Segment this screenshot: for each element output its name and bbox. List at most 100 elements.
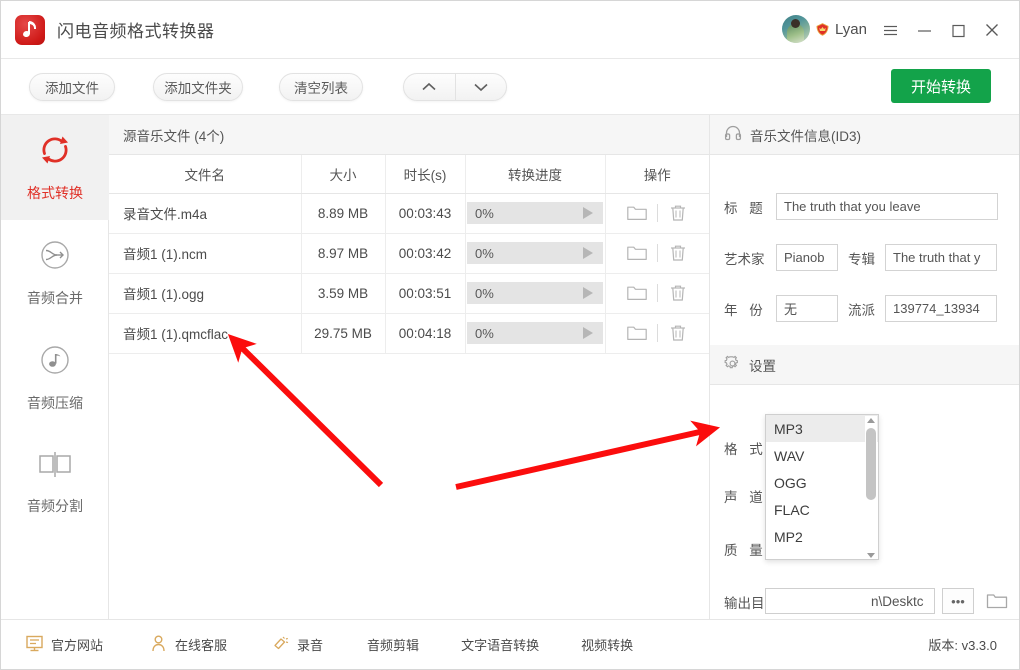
id3-title-row: 标 题 The truth that you leave — [724, 193, 998, 220]
play-triangle-icon[interactable] — [583, 287, 593, 299]
id3-artist-label: 艺术家 — [724, 251, 765, 267]
footer-official-website[interactable]: 官方网站 — [25, 634, 103, 656]
scrollbar-thumb[interactable] — [866, 428, 876, 500]
id3-artist-input[interactable]: Pianob — [776, 244, 838, 271]
format-option-mp2[interactable]: MP2 — [766, 523, 878, 550]
trash-icon[interactable] — [658, 203, 698, 223]
table-row[interactable]: 音频1 (1).ncm 8.97 MB 00:03:42 0% — [109, 233, 709, 274]
chevron-down-icon[interactable] — [456, 74, 507, 100]
trash-icon[interactable] — [658, 283, 698, 303]
format-option-mp3[interactable]: MP3 — [766, 415, 878, 442]
close-icon[interactable] — [975, 13, 1009, 47]
id3-year-input[interactable]: 无 — [776, 295, 838, 322]
cell-size: 3.59 MB — [301, 273, 386, 314]
id3-year-label: 年 份 — [724, 302, 767, 318]
vip-crown-badge — [816, 22, 829, 36]
browse-more-button[interactable]: ••• — [942, 588, 974, 614]
footer-recording[interactable]: 录音 — [271, 634, 323, 656]
folder-icon[interactable] — [617, 204, 657, 222]
window-controls — [873, 1, 1009, 59]
title-bar: 闪电音频格式转换器 Lyan — [1, 1, 1019, 59]
table-header-row: 文件名 大小 时长(s) 转换进度 操作 — [109, 155, 709, 194]
sidebar-item-label: 音频压缩 — [27, 395, 83, 411]
sidebar-item-label: 音频合并 — [27, 290, 83, 306]
headphones-icon — [724, 125, 742, 144]
sidebar-item-audio-compress[interactable]: 音频压缩 — [1, 325, 109, 430]
version-label: 版本: v3.3.0 — [928, 638, 997, 653]
format-options-dropdown[interactable]: MP3WAVOGGFLACMP2M4A — [765, 414, 879, 560]
output-dir-input[interactable]: n\Desktc — [765, 588, 935, 614]
trash-icon[interactable] — [658, 243, 698, 263]
chevron-up-icon[interactable] — [404, 74, 456, 100]
scroll-down-arrow-icon[interactable] — [867, 553, 875, 558]
format-option-wav[interactable]: WAV — [766, 442, 878, 469]
cell-duration: 00:03:42 — [385, 233, 466, 274]
clear-list-button[interactable]: 清空列表 — [279, 73, 363, 101]
column-header-filename: 文件名 — [109, 155, 302, 194]
dropdown-scrollbar[interactable] — [865, 416, 877, 559]
cell-size: 29.75 MB — [301, 313, 386, 354]
footer-item-label: 视频转换 — [581, 638, 634, 653]
id3-album-label: 专辑 — [848, 251, 875, 267]
cell-actions — [605, 313, 709, 354]
format-option-m4a[interactable]: M4A — [766, 550, 878, 560]
progress-bar: 0% — [467, 202, 603, 224]
column-header-duration: 时长(s) — [385, 155, 466, 194]
table-row[interactable]: 音频1 (1).qmcflac 29.75 MB 00:04:18 0% — [109, 313, 709, 354]
minimize-icon[interactable] — [907, 13, 941, 47]
format-option-flac[interactable]: FLAC — [766, 496, 878, 523]
footer-item-label: 文字语音转换 — [461, 638, 540, 653]
footer-video-convert[interactable]: 视频转换 — [581, 635, 633, 654]
scroll-up-arrow-icon[interactable] — [867, 418, 875, 423]
cell-size: 8.97 MB — [301, 233, 386, 274]
play-triangle-icon[interactable] — [583, 247, 593, 259]
footer-item-label: 录音 — [297, 638, 324, 653]
table-row[interactable]: 音频1 (1).ogg 3.59 MB 00:03:51 0% — [109, 273, 709, 314]
sidebar-item-format-convert[interactable]: 格式转换 — [1, 115, 109, 220]
maximize-icon[interactable] — [941, 13, 975, 47]
split-squares-icon — [36, 449, 74, 486]
main-toolbar: 添加文件 添加文件夹 清空列表 开始转换 — [1, 59, 1019, 115]
folder-icon[interactable] — [617, 324, 657, 342]
column-header-size: 大小 — [301, 155, 386, 194]
cell-size: 8.89 MB — [301, 193, 386, 234]
footer-text-to-speech[interactable]: 文字语音转换 — [461, 635, 539, 654]
id3-genre-label: 流派 — [848, 302, 875, 318]
footer-item-label: 在线客服 — [175, 638, 228, 653]
cell-progress: 0% — [465, 233, 606, 274]
add-file-button[interactable]: 添加文件 — [29, 73, 115, 101]
right-panel: 音乐文件信息(ID3) 标 题 The truth that you leave… — [709, 115, 1019, 619]
start-convert-button[interactable]: 开始转换 — [891, 69, 991, 103]
user-area[interactable]: Lyan — [782, 15, 867, 43]
hamburger-menu-icon[interactable] — [873, 13, 907, 47]
table-row[interactable]: 录音文件.m4a 8.89 MB 00:03:43 0% — [109, 193, 709, 234]
id3-title-input[interactable]: The truth that you leave — [776, 193, 998, 220]
trash-icon[interactable] — [658, 323, 698, 343]
open-output-folder-button[interactable] — [982, 588, 1012, 614]
play-triangle-icon[interactable] — [583, 327, 593, 339]
settings-panel-title: 设置 — [749, 358, 776, 374]
music-note-logo — [15, 14, 45, 45]
id3-genre-input[interactable]: 139774_13934 — [885, 295, 997, 322]
folder-icon[interactable] — [617, 284, 657, 302]
sidebar-item-audio-split[interactable]: 音频分割 — [1, 430, 109, 535]
footer-online-service[interactable]: 在线客服 — [149, 634, 227, 656]
footer-item-label: 官方网站 — [51, 638, 104, 653]
folder-icon[interactable] — [617, 244, 657, 262]
id3-album-input[interactable]: The truth that y — [885, 244, 997, 271]
avatar[interactable] — [782, 15, 811, 43]
format-option-ogg[interactable]: OGG — [766, 469, 878, 496]
id3-year-row: 年 份 无 流派 139774_13934 — [724, 295, 997, 322]
sidebar-item-label: 音频分割 — [27, 498, 83, 514]
id3-fields: 标 题 The truth that you leave 艺术家 Pianob … — [710, 155, 1019, 345]
play-triangle-icon[interactable] — [583, 207, 593, 219]
cell-actions — [605, 193, 709, 234]
footer-audio-edit[interactable]: 音频剪辑 — [367, 635, 419, 654]
settings-fields: 格 式 MP3 MP3WAVOGGFLACMP2M4A 声 道 质 量 输出目录… — [710, 385, 1019, 615]
add-folder-button[interactable]: 添加文件夹 — [153, 73, 243, 101]
sidebar-item-audio-merge[interactable]: 音频合并 — [1, 220, 109, 325]
merge-arrows-circle-icon — [37, 237, 73, 278]
move-buttons-group — [403, 73, 507, 101]
cell-duration: 00:03:51 — [385, 273, 466, 314]
gear-icon — [724, 355, 741, 375]
